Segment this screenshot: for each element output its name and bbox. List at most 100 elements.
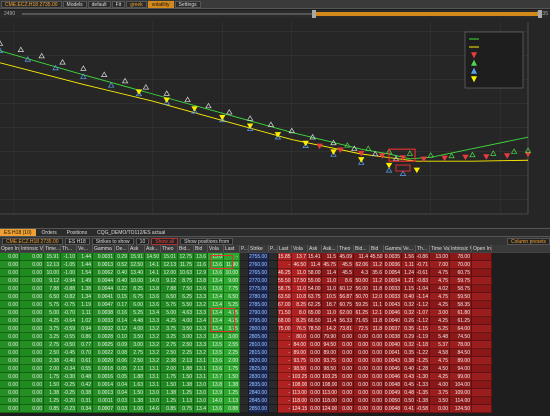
table-cell[interactable]	[269, 381, 278, 389]
table-cell[interactable]	[269, 325, 278, 333]
table-cell[interactable]: 2.25	[178, 349, 194, 357]
table-row[interactable]: 0.00 0.00 7.88 -0.88 1.38 0.0044 0.22 8.25 13.8 7…	[0, 285, 550, 293]
table-cell[interactable]: 0.08	[115, 349, 129, 357]
table-row[interactable]: 0.00 0.00 3.75 -0.59 0.94 0.0032 0.12 4.00 13.2 3…	[0, 325, 550, 333]
table-cell[interactable]: 0.0044	[93, 277, 115, 285]
table-cell[interactable]: 58.75	[278, 285, 292, 293]
table-cell[interactable]: 1.44	[77, 253, 93, 261]
table-cell[interactable]: 1.49	[77, 277, 93, 285]
table-cell[interactable]: 2.38	[161, 357, 178, 365]
table-cell[interactable]: 11.2	[370, 261, 384, 269]
table-cell[interactable]: 0.00	[20, 293, 44, 301]
table-cell[interactable]: 10.00	[224, 269, 240, 277]
table-cell[interactable]: 0.0045	[384, 365, 402, 373]
table-cell[interactable]	[269, 349, 278, 357]
column-header[interactable]: Bid	[194, 245, 208, 252]
table-cell[interactable]: 79.90	[322, 333, 338, 341]
table-cell[interactable]: 13.3	[194, 309, 208, 317]
table-cell[interactable]: 2.13	[178, 357, 194, 365]
table-cell[interactable]: 0.00	[20, 357, 44, 365]
table-cell[interactable]: 0.41	[402, 405, 416, 413]
table-cell[interactable]: 50.70	[354, 293, 370, 301]
table-cell[interactable]	[240, 357, 249, 365]
table-cell[interactable]: 0.00	[370, 397, 384, 405]
column-header[interactable]: Last	[224, 245, 240, 252]
table-cell[interactable]: -	[278, 373, 292, 381]
table-cell[interactable]	[472, 301, 492, 309]
table-cell[interactable]: 0.00	[20, 373, 44, 381]
table-cell[interactable]: 2825.00	[249, 365, 269, 373]
table-cell[interactable]	[472, 405, 492, 413]
table-cell[interactable]: 78.00	[450, 253, 472, 261]
table-cell[interactable]: 0.09	[115, 341, 129, 349]
table-cell[interactable]: 0.35	[402, 349, 416, 357]
table-cell[interactable]: 12.13	[44, 261, 61, 269]
tab-orders[interactable]: Orders	[38, 229, 61, 236]
table-cell[interactable]: 8.75	[178, 277, 194, 285]
table-cell[interactable]: 0.00	[20, 317, 44, 325]
table-cell[interactable]: 0.0020	[93, 357, 115, 365]
table-cell[interactable]: 11.6	[194, 261, 208, 269]
table-cell[interactable]: 11.0	[322, 285, 338, 293]
table-cell[interactable]: 13.2	[145, 349, 161, 357]
table-cell[interactable]: 0.88	[224, 405, 240, 413]
table-cell[interactable]: 1.75	[224, 365, 240, 373]
table-cell[interactable]: 0.22	[115, 285, 129, 293]
table-cell[interactable]: -0.64	[61, 317, 77, 325]
table-cell[interactable]: 2785.00	[249, 301, 269, 309]
table-row[interactable]: 0.00 0.00 1.38 -0.25 0.38 0.0013 0.04 1.50 13.0 1…	[0, 389, 550, 397]
table-cell[interactable]: 35.6	[370, 269, 384, 277]
table-cell[interactable]	[240, 333, 249, 341]
column-header[interactable]: Open Inter...	[0, 245, 20, 252]
table-cell[interactable]: 0.0033	[384, 285, 402, 293]
table-cell[interactable]: 0.00	[0, 349, 20, 357]
column-header[interactable]: Ve...	[77, 245, 93, 252]
table-cell[interactable]: 1.38	[224, 381, 240, 389]
table-cell[interactable]	[472, 389, 492, 397]
table-cell[interactable]: 62.00	[338, 309, 354, 317]
table-cell[interactable]: 2.13	[129, 365, 145, 373]
table-cell[interactable]: 0.15	[115, 293, 129, 301]
column-header[interactable]: Th...	[61, 245, 77, 252]
table-cell[interactable]: -0.86	[416, 253, 430, 261]
table-cell[interactable]: 2850.00	[249, 405, 269, 413]
column-header[interactable]: Intrinsic Val...	[450, 245, 472, 252]
table-cell[interactable]: 56.87	[338, 293, 354, 301]
table-cell[interactable]: 67.00	[278, 301, 292, 309]
table-cell[interactable]: 124.00	[322, 405, 338, 413]
table-cell[interactable]: 5.37	[430, 341, 450, 349]
table-cell[interactable]: 13.1	[145, 365, 161, 373]
table-cell[interactable]: 1.25	[178, 389, 194, 397]
table-cell[interactable]: 5.00	[44, 309, 61, 317]
table-cell[interactable]: 0.00	[308, 365, 322, 373]
table-cell[interactable]: 15.85	[278, 253, 292, 261]
table-cell[interactable]: 13.6	[145, 293, 161, 301]
table-cell[interactable]: 13.6	[145, 301, 161, 309]
table-cell[interactable]: 12.0	[370, 293, 384, 301]
table-cell[interactable]	[269, 405, 278, 413]
table-cell[interactable]: 13.2	[194, 349, 208, 357]
table-cell[interactable]: 0.77	[77, 341, 93, 349]
table-cell[interactable]: 13.8	[145, 285, 161, 293]
table-cell[interactable]: 60.12	[338, 285, 354, 293]
table-cell[interactable]: 0.0032	[93, 325, 115, 333]
table-cell[interactable]	[472, 397, 492, 405]
table-cell[interactable]: 3.00	[178, 333, 194, 341]
table-cell[interactable]: 0.0036	[384, 261, 402, 269]
table-cell[interactable]: 61.25	[354, 309, 370, 317]
table-cell[interactable]: 0.0037	[384, 325, 402, 333]
table-cell[interactable]: 64.00	[450, 325, 472, 333]
table-cell[interactable]: 18.7	[322, 301, 338, 309]
table-cell[interactable]: 13.8	[194, 277, 208, 285]
table-cell[interactable]	[472, 285, 492, 293]
table-cell[interactable]: 78.00	[450, 341, 472, 349]
table-cell[interactable]: -1.07	[416, 309, 430, 317]
table-cell[interactable]: 94.00	[450, 365, 472, 373]
table-cell[interactable]	[472, 253, 492, 261]
table-cell[interactable]: 0.00	[0, 269, 20, 277]
table-cell[interactable]: 13.5	[208, 341, 224, 349]
table-cell[interactable]: 11.4	[308, 261, 322, 269]
table-cell[interactable]: 0.00	[0, 373, 20, 381]
table-cell[interactable]: 13.0	[145, 389, 161, 397]
table-cell[interactable]: 13.1	[145, 381, 161, 389]
